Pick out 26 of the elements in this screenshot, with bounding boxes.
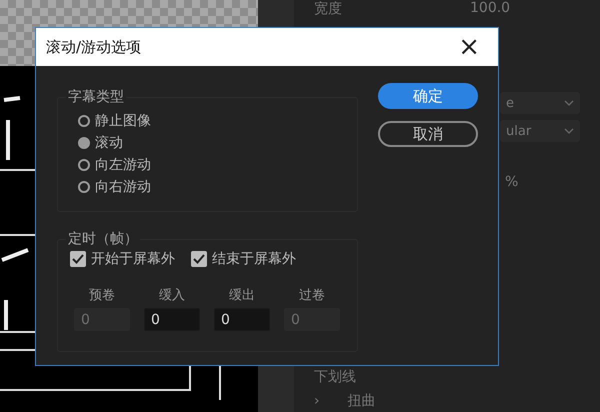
effect-label: 扭曲 <box>348 392 376 410</box>
group-label: 字幕类型 <box>67 88 125 106</box>
property-label: 宽度 <box>314 0 342 18</box>
dialog-title: 滚动/游动选项 <box>46 38 142 56</box>
radio-option[interactable]: 向左游动 <box>78 154 357 175</box>
unit-label: % <box>505 174 518 190</box>
group-label: 定时（帧） <box>67 230 139 248</box>
radio-option[interactable]: 静止图像 <box>78 110 357 131</box>
expand-arrow[interactable]: › <box>314 393 320 409</box>
field-label: 缓出 <box>229 287 255 304</box>
field-label: 过卷 <box>299 287 325 304</box>
chevron-icon <box>564 128 574 134</box>
radio-option[interactable]: 滚动 <box>78 132 357 153</box>
property-value: 100.0 <box>470 0 510 18</box>
effect-label: 下划线 <box>314 368 356 386</box>
chevron-icon <box>564 100 574 106</box>
checkbox-option[interactable]: 结束于屏幕外 <box>191 250 296 268</box>
field-label: 预卷 <box>89 287 115 304</box>
cancel-button[interactable]: 取消 <box>378 121 478 147</box>
close-button[interactable]: × <box>454 34 484 60</box>
radio-option[interactable]: 向右游动 <box>78 176 357 197</box>
checkbox-option[interactable]: 开始于屏幕外 <box>70 250 175 268</box>
ok-button[interactable]: 确定 <box>378 83 478 109</box>
input-field[interactable]: 0 <box>214 308 270 331</box>
input-field[interactable]: 0 <box>144 308 200 331</box>
field-label: 缓入 <box>159 287 185 304</box>
